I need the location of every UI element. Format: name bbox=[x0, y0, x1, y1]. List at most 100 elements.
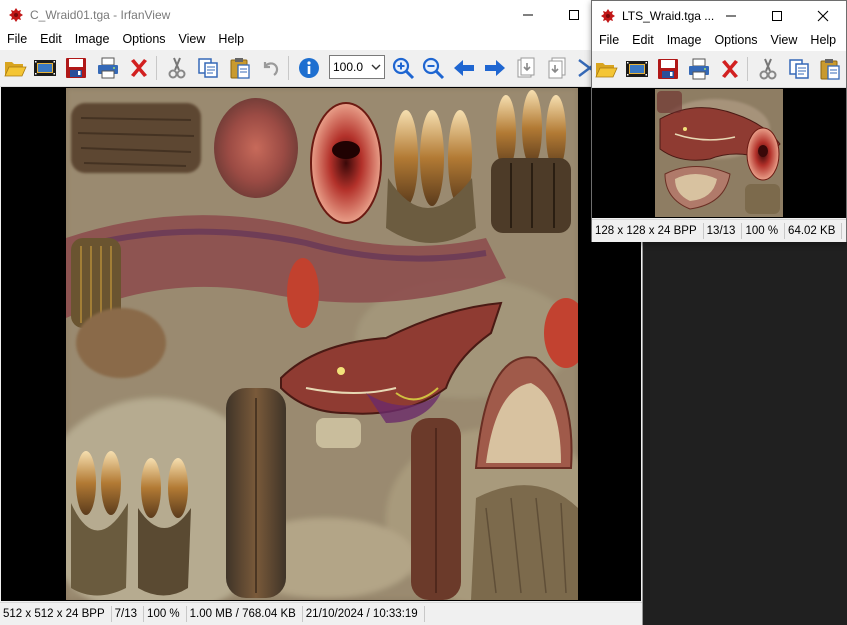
undo-button[interactable] bbox=[258, 56, 282, 80]
delete-icon bbox=[127, 56, 151, 80]
menu-file[interactable]: File bbox=[592, 31, 625, 51]
cut-button[interactable] bbox=[756, 57, 780, 81]
page-last-icon bbox=[545, 56, 569, 80]
open-folder-icon bbox=[594, 57, 618, 81]
menu-options[interactable]: Options bbox=[707, 31, 763, 51]
copy-button[interactable] bbox=[787, 57, 811, 81]
save-button[interactable] bbox=[656, 57, 680, 81]
delete-button[interactable] bbox=[127, 56, 151, 80]
save-icon bbox=[656, 57, 680, 81]
open-folder-icon bbox=[3, 56, 27, 80]
toolbar: 100.0 bbox=[0, 50, 642, 87]
menu-file[interactable]: File bbox=[0, 30, 33, 50]
title-bar[interactable]: C_Wraid01.tga - IrfanView bbox=[0, 0, 642, 30]
status-file-index: 13/13 bbox=[704, 223, 743, 239]
zoom-value: 100.0 bbox=[333, 60, 364, 74]
menu-bar: File Edit Image Options View Help bbox=[592, 31, 846, 51]
last-page-button[interactable] bbox=[545, 56, 569, 80]
slideshow-icon bbox=[33, 56, 57, 80]
info-button[interactable] bbox=[297, 56, 321, 80]
image-viewport[interactable] bbox=[592, 88, 846, 218]
status-bar: 128 x 128 x 24 BPP 13/13 100 % 64.02 KB bbox=[592, 219, 846, 242]
menu-view[interactable]: View bbox=[172, 30, 212, 50]
paste-icon bbox=[818, 57, 842, 81]
menu-edit[interactable]: Edit bbox=[625, 31, 660, 51]
status-bar: 512 x 512 x 24 BPP 7/13 100 % 1.00 MB / … bbox=[0, 602, 642, 625]
menu-bar: File Edit Image Options View Help bbox=[0, 30, 642, 50]
zoom-out-icon bbox=[421, 56, 445, 80]
close-icon bbox=[817, 10, 829, 22]
window-title: LTS_Wraid.tga ... bbox=[622, 9, 715, 23]
irfanview-app-icon bbox=[8, 7, 24, 23]
minimize-icon bbox=[726, 15, 736, 17]
first-page-button[interactable] bbox=[514, 56, 538, 80]
close-button[interactable] bbox=[800, 1, 846, 31]
chevron-down-icon bbox=[371, 64, 381, 70]
thumbnail-image-wraith bbox=[655, 89, 783, 217]
undo-icon bbox=[258, 56, 282, 80]
delete-button[interactable] bbox=[718, 57, 742, 81]
maximize-icon bbox=[569, 10, 579, 20]
paste-button[interactable] bbox=[228, 56, 252, 80]
print-icon bbox=[687, 57, 711, 81]
texture-image-wraith bbox=[66, 88, 578, 600]
open-button[interactable] bbox=[3, 56, 27, 80]
slideshow-button[interactable] bbox=[625, 57, 649, 81]
zoom-out-button[interactable] bbox=[421, 56, 445, 80]
previous-file-button[interactable] bbox=[452, 56, 476, 80]
next-icon bbox=[483, 56, 507, 80]
status-dimensions: 512 x 512 x 24 BPP bbox=[0, 606, 112, 622]
menu-view[interactable]: View bbox=[764, 31, 804, 51]
irfanview-app-icon bbox=[600, 8, 616, 24]
next-file-button[interactable] bbox=[483, 56, 507, 80]
menu-help[interactable]: Help bbox=[803, 31, 842, 51]
menu-image[interactable]: Image bbox=[68, 30, 116, 50]
title-bar[interactable]: LTS_Wraid.tga ... bbox=[592, 1, 846, 31]
info-icon bbox=[297, 56, 321, 80]
minimize-icon bbox=[523, 14, 533, 16]
toolbar-separator bbox=[288, 56, 289, 80]
print-button[interactable] bbox=[687, 57, 711, 81]
save-icon bbox=[64, 56, 88, 80]
status-file-size: 64.02 KB bbox=[785, 223, 843, 239]
maximize-icon bbox=[772, 11, 782, 21]
cut-button[interactable] bbox=[165, 56, 189, 80]
toolbar-separator bbox=[156, 56, 157, 80]
status-zoom: 100 % bbox=[742, 223, 786, 239]
paste-button[interactable] bbox=[818, 57, 842, 81]
maximize-button[interactable] bbox=[754, 1, 800, 31]
irfanview-second-window: LTS_Wraid.tga ... File Edit Image Option… bbox=[591, 0, 847, 242]
cut-icon bbox=[756, 57, 780, 81]
status-file-size: 1.00 MB / 768.04 KB bbox=[187, 606, 303, 622]
minimize-button[interactable] bbox=[708, 1, 754, 31]
image-viewport[interactable] bbox=[1, 87, 641, 601]
zoom-combobox[interactable]: 100.0 bbox=[329, 55, 385, 79]
toolbar bbox=[592, 51, 846, 88]
print-icon bbox=[96, 56, 120, 80]
slideshow-icon bbox=[625, 57, 649, 81]
open-button[interactable] bbox=[594, 57, 618, 81]
status-zoom: 100 % bbox=[144, 606, 187, 622]
menu-image[interactable]: Image bbox=[660, 31, 708, 51]
status-dimensions: 128 x 128 x 24 BPP bbox=[592, 223, 704, 239]
menu-options[interactable]: Options bbox=[115, 30, 171, 50]
slideshow-button[interactable] bbox=[33, 56, 57, 80]
page-first-icon bbox=[514, 56, 538, 80]
delete-icon bbox=[718, 57, 742, 81]
status-file-index: 7/13 bbox=[112, 606, 145, 622]
save-button[interactable] bbox=[64, 56, 88, 80]
zoom-in-button[interactable] bbox=[391, 56, 415, 80]
copy-button[interactable] bbox=[196, 56, 220, 80]
status-datetime: 21/10/2024 / 10:33:19 bbox=[303, 606, 425, 622]
minimize-button[interactable] bbox=[505, 0, 551, 30]
paste-icon bbox=[228, 56, 252, 80]
irfanview-main-window: C_Wraid01.tga - IrfanView File Edit Imag… bbox=[0, 0, 643, 625]
previous-icon bbox=[452, 56, 476, 80]
copy-icon bbox=[787, 57, 811, 81]
toolbar-separator bbox=[747, 57, 748, 81]
menu-edit[interactable]: Edit bbox=[33, 30, 68, 50]
copy-icon bbox=[196, 56, 220, 80]
print-button[interactable] bbox=[96, 56, 120, 80]
window-title: C_Wraid01.tga - IrfanView bbox=[30, 8, 171, 22]
menu-help[interactable]: Help bbox=[211, 30, 250, 50]
